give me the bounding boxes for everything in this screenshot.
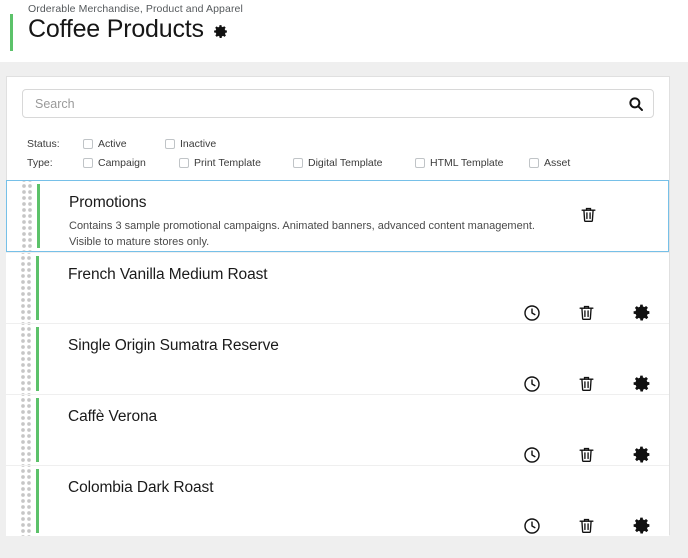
settings-icon[interactable] xyxy=(614,444,669,465)
checkbox-digital-template[interactable]: Digital Template xyxy=(293,157,397,169)
page-root: Orderable Merchandise, Product and Appar… xyxy=(0,0,688,558)
header-accent-bar xyxy=(10,14,13,51)
row-accent-bar xyxy=(36,256,39,320)
row-actions xyxy=(561,205,616,224)
drag-handle-icon[interactable] xyxy=(20,253,32,323)
row-accent-bar xyxy=(36,398,39,462)
row-accent-bar xyxy=(36,469,39,533)
settings-icon[interactable] xyxy=(614,515,669,536)
table-row[interactable]: Promotions Contains 3 sample promotional… xyxy=(6,180,669,252)
row-title: Colombia Dark Roast xyxy=(68,479,214,496)
row-body: Caffè Verona xyxy=(6,395,669,442)
history-icon[interactable] xyxy=(504,374,559,394)
checkbox-print-template[interactable]: Print Template xyxy=(179,157,275,169)
row-description-line-1: Contains 3 sample promotional campaigns.… xyxy=(69,220,535,232)
page-title: Coffee Products xyxy=(28,15,204,43)
row-actions xyxy=(504,515,669,536)
table-row[interactable]: Single Origin Sumatra Reserve xyxy=(6,323,669,394)
checkbox-label-html-template: HTML Template xyxy=(430,156,504,169)
row-body: Single Origin Sumatra Reserve xyxy=(6,324,669,371)
history-icon[interactable] xyxy=(504,516,559,536)
breadcrumb: Orderable Merchandise, Product and Appar… xyxy=(28,3,243,15)
checkbox-box-print-template[interactable] xyxy=(179,157,189,168)
checkbox-label-campaign: Campaign xyxy=(98,156,146,169)
checkbox-label-asset: Asset xyxy=(544,156,571,169)
history-icon[interactable] xyxy=(504,445,559,465)
row-description-line-2: Visible to mature stores only. xyxy=(69,236,210,248)
delete-icon[interactable] xyxy=(559,303,614,322)
table-row[interactable]: French Vanilla Medium Roast xyxy=(6,252,669,323)
page-header: Orderable Merchandise, Product and Appar… xyxy=(0,0,688,62)
checkbox-label-digital-template: Digital Template xyxy=(308,156,383,169)
row-accent-bar xyxy=(36,327,39,391)
row-actions xyxy=(504,302,669,323)
history-icon[interactable] xyxy=(504,303,559,323)
drag-handle-icon[interactable] xyxy=(20,324,32,394)
search-icon[interactable] xyxy=(627,95,645,113)
delete-icon[interactable] xyxy=(559,445,614,464)
row-body: French Vanilla Medium Roast xyxy=(6,253,669,300)
checkbox-box-digital-template[interactable] xyxy=(293,157,303,168)
search-input[interactable] xyxy=(23,90,623,117)
checkbox-box-active[interactable] xyxy=(83,138,93,149)
row-actions xyxy=(504,444,669,465)
table-row[interactable]: Caffè Verona xyxy=(6,394,669,465)
status-filter-label: Status: xyxy=(27,137,60,150)
gear-icon[interactable] xyxy=(212,23,229,40)
drag-handle-icon[interactable] xyxy=(21,181,33,251)
row-body: Colombia Dark Roast xyxy=(6,466,669,513)
checkbox-box-html-template[interactable] xyxy=(415,157,425,168)
checkbox-box-asset[interactable] xyxy=(529,157,539,168)
checkbox-inactive[interactable]: Inactive xyxy=(165,138,216,150)
checkbox-html-template[interactable]: HTML Template xyxy=(415,157,511,169)
delete-icon[interactable] xyxy=(559,516,614,535)
row-description: Contains 3 sample promotional campaigns.… xyxy=(69,218,539,250)
drag-handle-icon[interactable] xyxy=(20,466,32,536)
settings-icon[interactable] xyxy=(614,373,669,394)
checkbox-box-inactive[interactable] xyxy=(165,138,175,149)
type-filter-label: Type: xyxy=(27,156,53,169)
table-row[interactable]: Colombia Dark Roast xyxy=(6,465,669,536)
checkbox-label-active: Active xyxy=(98,137,127,150)
title-row: Coffee Products xyxy=(28,15,229,44)
status-filter-row: Status: Active Inactive xyxy=(27,134,647,153)
product-list: Promotions Contains 3 sample promotional… xyxy=(6,180,671,536)
drag-handle-icon[interactable] xyxy=(20,395,32,465)
row-title: French Vanilla Medium Roast xyxy=(68,266,268,283)
row-title: Single Origin Sumatra Reserve xyxy=(68,337,279,354)
checkbox-asset[interactable]: Asset xyxy=(529,157,570,169)
search-bar[interactable] xyxy=(22,89,654,118)
delete-icon[interactable] xyxy=(561,205,616,224)
type-filter-row: Type: Campaign Print Template Digital Te… xyxy=(27,153,647,172)
row-title: Caffè Verona xyxy=(68,408,157,425)
delete-icon[interactable] xyxy=(559,374,614,393)
content-card: Status: Active Inactive Type: Campaign xyxy=(6,76,671,536)
checkbox-active[interactable]: Active xyxy=(83,138,147,150)
checkbox-box-campaign[interactable] xyxy=(83,157,93,168)
settings-icon[interactable] xyxy=(614,302,669,323)
filter-panel: Status: Active Inactive Type: Campaign P… xyxy=(27,134,647,172)
checkbox-label-print-template: Print Template xyxy=(194,156,261,169)
checkbox-label-inactive: Inactive xyxy=(180,137,217,150)
checkbox-campaign[interactable]: Campaign xyxy=(83,157,161,169)
row-accent-bar xyxy=(37,184,40,248)
row-actions xyxy=(504,373,669,394)
